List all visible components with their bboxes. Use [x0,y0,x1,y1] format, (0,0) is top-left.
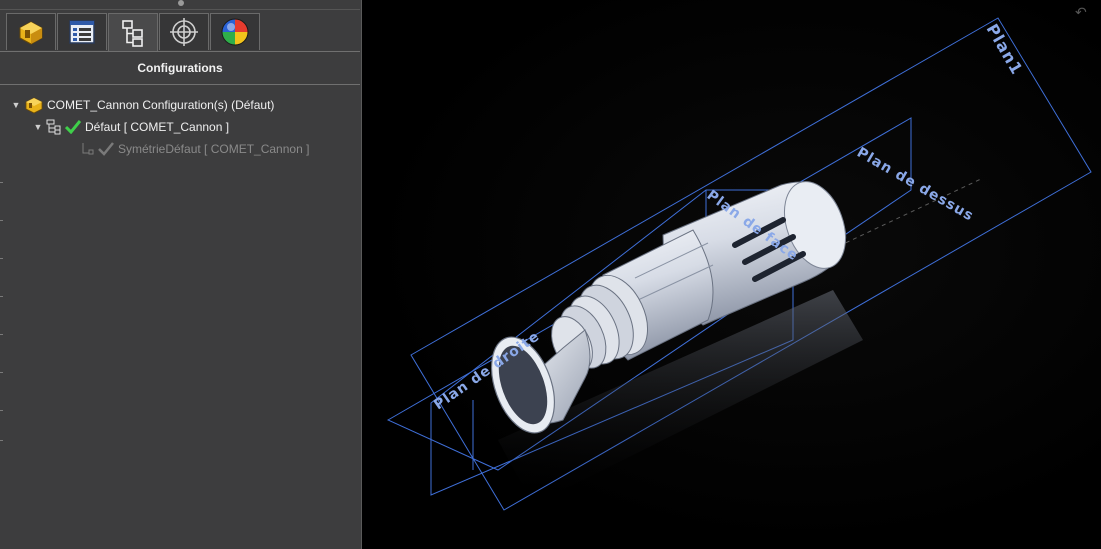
property-list-icon [69,20,95,44]
check-icon [63,118,83,136]
rotate-view-icon[interactable]: ↶ [1075,5,1087,21]
configuration-tree-icon [122,19,143,47]
collapse-arrow-icon[interactable]: ▼ [31,122,45,132]
part-icon [19,21,43,45]
panel-title: Configurations [137,61,223,75]
tab-feature-manager[interactable] [6,13,56,50]
label-plan1: Plan1 [983,21,1027,79]
derived-config-icon [78,140,96,158]
tree-item-label: SymétrieDéfaut [ COMET_Cannon ] [118,142,310,156]
manager-tabbar [6,13,261,51]
label-plan-de-dessus: Plan de dessus [854,145,977,225]
tab-configuration-manager[interactable] [108,13,158,51]
graphics-area[interactable]: Plan1 Plan de dessus Plan de face Plan d… [363,0,1101,549]
check-icon [96,140,116,158]
tree-item-config-default[interactable]: ▼ Défaut [ COMET_Cannon ] [31,117,229,137]
panel-edge-tick [0,372,3,373]
panel-edge-tick [0,410,3,411]
configuration-node-icon [45,118,63,136]
panel-edge-tick [0,440,3,441]
tab-dimxpert-manager[interactable] [159,13,209,50]
panel-edge-tick [0,334,3,335]
configuration-manager-panel: Configurations ▼ COMET_Cannon Configurat… [0,0,362,549]
tree-item-label: Défaut [ COMET_Cannon ] [85,120,230,134]
part-icon [23,96,45,114]
divider [0,9,360,10]
divider [0,51,360,52]
tree-item-root[interactable]: ▼ COMET_Cannon Configuration(s) (Défaut) [9,95,274,115]
tab-display-manager[interactable] [210,13,260,50]
tree-item-config-derived[interactable]: SymétrieDéfaut [ COMET_Cannon ] [78,139,309,159]
collapse-arrow-icon[interactable]: ▼ [9,100,23,110]
divider [0,84,360,85]
model-scene[interactable]: Plan1 Plan de dessus Plan de face Plan d… [363,0,1101,549]
tree-item-label: COMET_Cannon Configuration(s) (Défaut) [47,98,275,112]
panel-edge-tick [0,258,3,259]
tab-property-manager[interactable] [57,13,107,50]
target-icon [170,18,198,46]
appearance-sphere-icon [221,18,249,46]
panel-edge-tick [0,220,3,221]
panel-grip[interactable] [178,0,184,6]
panel-edge-tick [0,182,3,183]
panel-edge-tick [0,296,3,297]
